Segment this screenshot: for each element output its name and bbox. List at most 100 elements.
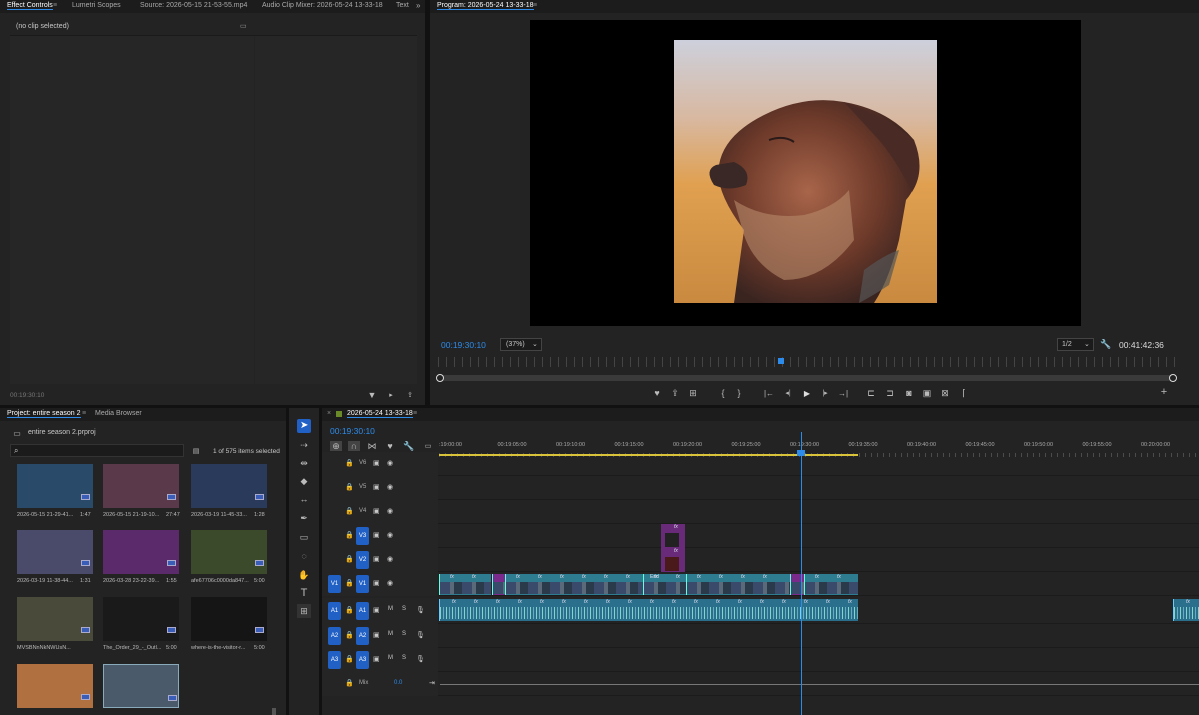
sync-icon[interactable]: ▣ [373,507,380,515]
tab-audio-clip-mixer[interactable]: Audio Clip Mixer: 2026-05-24 13-33-18 [262,2,383,9]
solo-button[interactable]: S [402,631,406,637]
program-current-time[interactable]: 00:19:30:10 [441,340,486,350]
lock-icon[interactable]: 🔒 [345,579,354,587]
captions-icon[interactable]: ▭ [423,441,433,451]
tab-sequence[interactable]: 2026-05-24 13-33-18 [347,410,413,418]
audio-clip-a1[interactable]: fx fx fx fx fx fx fx fx fx fx fx fx fx fx fx fx fx fx fx [439,599,858,621]
microphone-icon[interactable]: 🎙 [416,631,425,639]
mute-button[interactable]: M [388,606,393,612]
project-item-thumbnail[interactable] [17,530,93,574]
project-item-thumbnail[interactable] [103,530,179,574]
pen-icon[interactable]: ✒ [297,511,311,525]
playhead-marker[interactable] [778,358,784,364]
add-marker-icon[interactable]: ♥ [651,388,663,398]
new-bin-icon[interactable]: ▤ [191,446,201,456]
clip-v3[interactable]: fx [661,524,685,548]
program-ruler[interactable] [438,357,1175,367]
project-item-thumbnail[interactable] [17,664,93,708]
menu-icon[interactable]: ≡ [82,410,86,417]
zoom-scrollbar[interactable] [438,375,1175,381]
clip-v1[interactable]: fx fx [804,574,858,595]
lock-icon[interactable]: 🔒 [345,631,354,639]
insert-icon[interactable]: ⊏ [865,388,877,398]
track-select-icon[interactable]: ⇢ [297,438,311,452]
eye-icon[interactable]: ◉ [387,555,393,563]
project-item-thumbnail[interactable] [103,464,179,508]
proxy-icon[interactable]: ⊠ [939,388,951,398]
slip-icon[interactable]: ↔ [297,492,311,506]
project-item-thumbnail[interactable] [17,597,93,641]
mix-value[interactable]: 0.0 [394,680,402,686]
track-target-a3[interactable]: A3 [356,651,369,669]
menu-icon[interactable]: ≡ [53,2,57,9]
lock-icon[interactable]: 🔒 [345,679,354,687]
lift-icon[interactable]: ⇪ [669,388,681,398]
project-item-thumbnail[interactable] [191,597,267,641]
extract-icon[interactable]: ⊞ [687,388,699,398]
sync-icon[interactable]: ▣ [373,459,380,467]
source-patch-a2[interactable]: A2 [328,627,341,645]
source-patch-a3[interactable]: A3 [328,651,341,669]
sync-icon[interactable]: ▣ [373,631,380,639]
eye-icon[interactable]: ◉ [387,483,393,491]
more-tabs-icon[interactable]: » [416,1,420,10]
clip-v1[interactable]: fx fx fx fx [686,574,790,595]
playhead-line[interactable] [801,432,802,715]
caption-tool-icon[interactable]: ⊞ [297,604,311,618]
add-button-icon[interactable]: + [1158,386,1170,398]
scrollbar[interactable] [272,708,276,715]
step-forward-icon[interactable]: |▸ [819,388,831,398]
lock-icon[interactable]: 🔒 [345,483,354,491]
lock-icon[interactable]: 🔒 [345,507,354,515]
ripple-edit-icon[interactable]: ⇹ [297,456,311,470]
eye-icon[interactable]: ◉ [387,507,393,515]
eye-icon[interactable]: ◉ [387,531,393,539]
zoom-dropdown[interactable]: (37%) ⌄ [500,338,542,351]
track-target-v1[interactable]: V1 [356,575,369,593]
source-patch-v1[interactable]: V1 [328,575,341,593]
snap-icon[interactable]: ∩ [348,441,360,451]
sync-icon[interactable]: ▣ [373,555,380,563]
project-item-thumbnail[interactable] [17,464,93,508]
mute-button[interactable]: M [388,631,393,637]
lock-icon[interactable]: 🔒 [345,531,354,539]
selection-tool[interactable]: ➤ [297,419,311,433]
menu-icon[interactable]: ≡ [533,2,537,9]
microphone-icon[interactable]: 🎙 [416,655,425,663]
go-to-in-icon[interactable]: |← [763,388,775,398]
lock-icon[interactable]: 🔒 [345,459,354,467]
sync-icon[interactable]: ▣ [373,606,380,614]
lock-icon[interactable]: 🔒 [345,606,354,614]
ellipse-icon[interactable]: ◌ [297,549,311,563]
project-item-thumbnail[interactable] [103,664,179,708]
filter-icon[interactable]: ▼ [367,390,377,400]
mark-out-icon[interactable]: } [734,388,744,398]
resolution-dropdown[interactable]: 1/2 ⌄ [1057,338,1094,351]
mute-button[interactable]: M [388,655,393,661]
lock-icon[interactable]: 🔒 [345,655,354,663]
clip-v1[interactable]: fx fx fx fx fx fx [505,574,643,595]
microphone-icon[interactable]: 🎙 [416,606,425,614]
search-input[interactable]: ⌕ [10,444,184,457]
go-to-end-icon[interactable]: ⇥ [429,679,435,687]
type-icon[interactable]: T [297,586,311,600]
source-patch-a1[interactable]: A1 [328,602,341,620]
project-item-thumbnail[interactable] [191,530,267,574]
overwrite-icon[interactable]: ⊐ [884,388,896,398]
audio-clip-a1[interactable]: fx [1173,599,1199,621]
rectangle-icon[interactable]: ▭ [297,530,311,544]
sync-icon[interactable]: ▣ [373,655,380,663]
project-item-thumbnail[interactable] [191,464,267,508]
sync-icon[interactable]: ▣ [373,579,380,587]
program-title[interactable]: Program: 2026-05-24 13-33-18 [437,2,534,10]
clip-v2[interactable]: fx [661,548,685,572]
solo-button[interactable]: S [402,655,406,661]
panel-toggle-icon[interactable]: ▭ [240,22,247,30]
solo-button[interactable]: S [402,606,406,612]
clip-v1[interactable]: fx fx [439,574,491,595]
lock-icon[interactable]: 🔒 [345,555,354,563]
nest-icon[interactable]: ⊕ [330,441,342,451]
timeline-timecode[interactable]: 00:19:30:10 [330,426,375,436]
razor-icon[interactable]: ◆ [297,474,311,488]
clip-v1[interactable] [492,574,505,595]
